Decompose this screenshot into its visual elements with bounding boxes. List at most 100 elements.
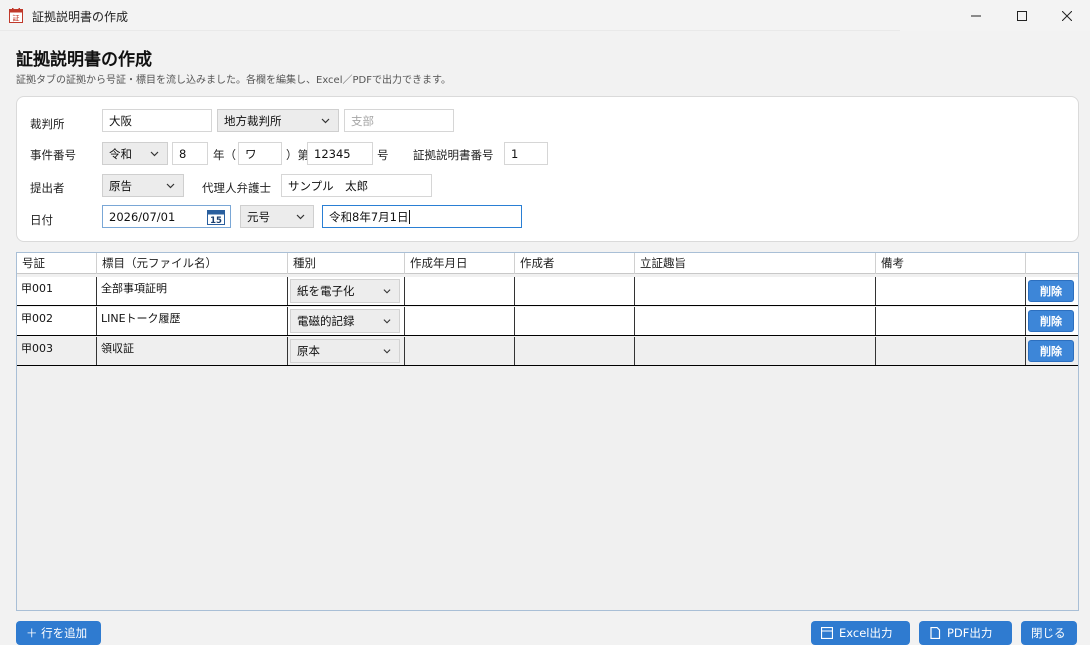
attorney-name-input[interactable]: サンプル 太郎 xyxy=(281,174,432,197)
cell-number[interactable]: 甲003 xyxy=(17,337,97,365)
title-bar-divider xyxy=(0,30,900,31)
kind-value: 紙を電子化 xyxy=(297,284,355,298)
cell-number[interactable]: 甲001 xyxy=(17,277,97,305)
close-dialog-button[interactable]: 閉じる xyxy=(1021,621,1077,645)
case-symbol-input[interactable]: ワ xyxy=(238,142,282,165)
submitter-label: 提出者 xyxy=(30,181,65,195)
close-button[interactable] xyxy=(1044,0,1090,31)
add-row-button[interactable]: ＋ 行を追加 xyxy=(16,621,101,645)
column-header-kind[interactable]: 種別 xyxy=(288,253,405,274)
calendar-icon-day: 15 xyxy=(210,216,222,225)
chevron-down-icon xyxy=(321,118,330,124)
document-app-icon: 証 xyxy=(9,8,23,23)
close-icon xyxy=(1062,10,1072,21)
delete-row-button[interactable]: 削除 xyxy=(1028,280,1074,302)
pdf-export-button[interactable]: PDF出力 xyxy=(919,621,1012,645)
cell-title[interactable]: 全部事項証明 xyxy=(97,277,288,305)
cell-created[interactable] xyxy=(405,337,515,365)
table-row[interactable]: 甲002 LINEトーク履歴 電磁的記録 削除 xyxy=(17,307,1078,336)
title-bar: 証 証拠説明書の作成 xyxy=(0,0,1090,31)
evidence-number-input[interactable]: 1 xyxy=(504,142,548,165)
chevron-down-icon xyxy=(296,214,305,220)
table-row[interactable]: 甲003 領収証 原本 削除 xyxy=(17,337,1078,366)
cell-purpose[interactable] xyxy=(635,337,876,365)
column-header-created[interactable]: 作成年月日 xyxy=(405,253,515,274)
year-label: 年（ xyxy=(213,148,236,162)
date-label: 日付 xyxy=(30,213,53,227)
kind-select[interactable]: 原本 xyxy=(290,339,400,363)
maximize-button[interactable] xyxy=(999,0,1045,31)
case-number-label: 事件番号 xyxy=(30,148,76,162)
minimize-icon xyxy=(971,15,981,16)
column-header-author[interactable]: 作成者 xyxy=(515,253,635,274)
era-select[interactable]: 令和 xyxy=(102,142,168,165)
date-format-select[interactable]: 元号 xyxy=(240,205,314,228)
branch-input[interactable]: 支部 xyxy=(344,109,454,132)
date-picker[interactable]: 2026/07/01 15 xyxy=(102,205,231,228)
kind-value: 原本 xyxy=(297,344,320,358)
chevron-down-icon xyxy=(166,183,175,189)
date-display-value: 令和8年7月1日 xyxy=(329,209,409,224)
submitter-value: 原告 xyxy=(109,178,132,193)
maximize-icon xyxy=(1017,10,1027,21)
cell-note[interactable] xyxy=(876,277,1026,305)
cell-author[interactable] xyxy=(515,337,635,365)
submitter-select[interactable]: 原告 xyxy=(102,174,184,197)
excel-icon xyxy=(821,627,833,639)
column-header-action xyxy=(1026,253,1078,274)
column-header-purpose[interactable]: 立証趣旨 xyxy=(635,253,876,274)
era-value: 令和 xyxy=(109,146,132,161)
page-title: 証拠説明書の作成 xyxy=(16,50,152,70)
case-year-input[interactable]: 8 xyxy=(172,142,208,165)
table-header: 号証 標目（元ファイル名） 種別 作成年月日 作成者 立証趣旨 備考 xyxy=(17,253,1078,274)
cell-kind: 原本 xyxy=(288,337,405,365)
chevron-down-icon xyxy=(383,319,391,324)
cell-author[interactable] xyxy=(515,307,635,335)
court-type-value: 地方裁判所 xyxy=(224,113,282,128)
excel-export-button[interactable]: Excel出力 xyxy=(811,621,910,645)
cell-created[interactable] xyxy=(405,277,515,305)
cell-note[interactable] xyxy=(876,337,1026,365)
dai-label: ）第 xyxy=(286,148,309,162)
excel-export-label: Excel出力 xyxy=(839,626,893,640)
column-header-title[interactable]: 標目（元ファイル名） xyxy=(97,253,288,274)
go-label: 号 xyxy=(377,148,389,162)
kind-value: 電磁的記録 xyxy=(297,314,355,328)
chevron-down-icon xyxy=(150,151,159,157)
evidence-table: 号証 標目（元ファイル名） 種別 作成年月日 作成者 立証趣旨 備考 甲001 … xyxy=(16,252,1079,611)
date-format-value: 元号 xyxy=(247,209,270,224)
kind-select[interactable]: 紙を電子化 xyxy=(290,279,400,303)
cell-purpose[interactable] xyxy=(635,307,876,335)
cell-title[interactable]: 領収証 xyxy=(97,337,288,365)
cell-title[interactable]: LINEトーク履歴 xyxy=(97,307,288,335)
column-header-number[interactable]: 号証 xyxy=(17,253,97,274)
window-title: 証拠説明書の作成 xyxy=(32,10,129,24)
case-number-input[interactable]: 12345 xyxy=(307,142,373,165)
delete-row-button[interactable]: 削除 xyxy=(1028,340,1074,362)
cell-kind: 電磁的記録 xyxy=(288,307,405,335)
cell-created[interactable] xyxy=(405,307,515,335)
calendar-icon[interactable]: 15 xyxy=(207,209,225,225)
text-cursor xyxy=(409,209,411,224)
court-name-input[interactable]: 大阪 xyxy=(102,109,212,132)
court-label: 裁判所 xyxy=(30,117,65,131)
pdf-export-label: PDF出力 xyxy=(947,626,993,640)
attorney-label: 代理人弁護士 xyxy=(202,181,271,195)
date-value: 2026/07/01 xyxy=(109,209,176,224)
cell-author[interactable] xyxy=(515,277,635,305)
cell-kind: 紙を電子化 xyxy=(288,277,405,305)
kind-select[interactable]: 電磁的記録 xyxy=(290,309,400,333)
court-type-select[interactable]: 地方裁判所 xyxy=(217,109,339,132)
cell-note[interactable] xyxy=(876,307,1026,335)
cell-number[interactable]: 甲002 xyxy=(17,307,97,335)
column-header-note[interactable]: 備考 xyxy=(876,253,1026,274)
table-row[interactable]: 甲001 全部事項証明 紙を電子化 削除 xyxy=(17,277,1078,306)
delete-row-button[interactable]: 削除 xyxy=(1028,310,1074,332)
svg-text:証: 証 xyxy=(13,14,20,23)
minimize-button[interactable] xyxy=(953,0,999,31)
cell-purpose[interactable] xyxy=(635,277,876,305)
date-display-input[interactable]: 令和8年7月1日 xyxy=(322,205,522,228)
chevron-down-icon xyxy=(383,349,391,354)
page-subtitle: 証拠タブの証拠から号証・標目を流し込みました。各欄を編集し、Excel／PDFで… xyxy=(16,75,451,86)
pdf-icon xyxy=(930,627,941,639)
